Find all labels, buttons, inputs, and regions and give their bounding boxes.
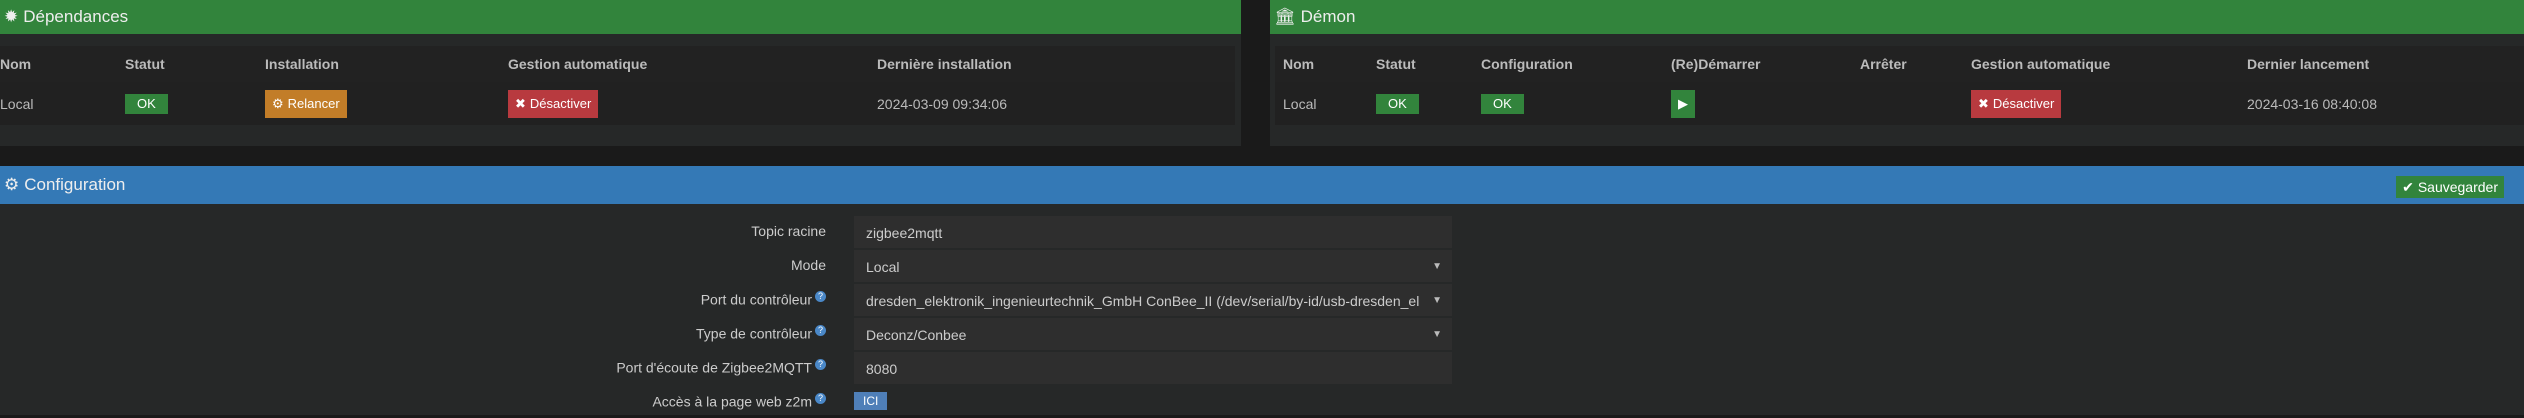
field-label: Accès à la page web z2m? <box>652 393 826 410</box>
close-icon: ✖ <box>1978 95 1989 111</box>
check-circle-icon: ✔ <box>2402 178 2414 195</box>
label-text: Port d'écoute de Zigbee2MQTT <box>616 359 812 376</box>
col-auto: Gestion automatique <box>1971 56 2111 72</box>
select-value: Local <box>866 259 900 275</box>
table-row: Local OK ⚙ Relancer ✖ Désactiver 2024-03-0… <box>0 82 1235 125</box>
daemon-header: 🏛 Démon <box>1270 0 2524 34</box>
col-auto: Gestion automatique <box>508 56 648 72</box>
col-name: Nom <box>1283 56 1315 72</box>
field-label: Topic racine <box>751 223 826 239</box>
label-text: Accès à la page web z2m <box>652 393 812 410</box>
topic-input[interactable]: zigbee2mqtt <box>854 216 1452 248</box>
disable-label: Désactiver <box>1992 96 2055 111</box>
controller-type-select[interactable]: Deconz/Conbee ▼ <box>854 318 1452 350</box>
last-launch: 2024-03-16 08:40:08 <box>2247 95 2377 112</box>
daemon-table: Nom Statut Configuration (Re)Démarrer Ar… <box>1275 46 2524 125</box>
web-page-button[interactable]: ICI <box>854 392 888 410</box>
field-label: Port d'écoute de Zigbee2MQTT? <box>616 359 826 376</box>
chevron-down-icon: ▼ <box>1432 261 1442 272</box>
col-status: Statut <box>1376 56 1416 72</box>
select-value: Deconz/Conbee <box>866 327 967 343</box>
panel-title: Dépendances <box>23 7 129 26</box>
label-text: Port du contrôleur <box>700 291 812 308</box>
dependencies-table: Nom Statut Installation Gestion automati… <box>0 46 1235 125</box>
field-web-access: Accès à la page web z2m? ICI <box>0 386 1460 418</box>
table-row: Local OK OK ▶ ✖ Désactiver 2024-03-16 08:… <box>1275 82 2524 125</box>
listen-port-input[interactable]: 8080 <box>854 352 1452 384</box>
configuration-header: ⚙ Configuration ✔ Sauvegarder <box>0 166 2524 204</box>
disable-auto-button[interactable]: ✖ Désactiver <box>1971 89 2062 118</box>
col-stop: Arrêter <box>1860 56 1907 72</box>
select-value: dresden_elektronik_ingenieurtechnik_GmbH… <box>866 293 1420 309</box>
field-label: Mode <box>790 257 826 273</box>
save-label: Sauvegarder <box>2417 179 2498 195</box>
relaunch-label: Relancer <box>287 96 340 111</box>
port-select[interactable]: dresden_elektronik_ingenieurtechnik_GmbH… <box>854 284 1452 316</box>
field-port: Port du contrôleur? dresden_elektronik_in… <box>0 284 1460 316</box>
panel-title: Démon <box>1300 7 1356 26</box>
play-icon: ▶ <box>1678 95 1688 111</box>
panel-title: Configuration <box>24 175 126 194</box>
configuration-panel: ⚙ Configuration ✔ Sauvegarder Topic racine… <box>0 166 2524 415</box>
dependencies-panel: ✹ Dépendances Nom Statut Installation Ges… <box>0 0 1241 146</box>
restart-button[interactable]: ▶ <box>1671 89 1695 118</box>
status-badge: OK <box>125 93 168 114</box>
relaunch-button[interactable]: ⚙ Relancer <box>265 89 347 118</box>
status-badge: OK <box>1376 93 1419 114</box>
help-icon[interactable]: ? <box>815 359 826 370</box>
last-install: 2024-03-09 09:34:06 <box>877 95 1007 112</box>
save-button[interactable]: ✔ Sauvegarder <box>2396 176 2504 198</box>
mode-select[interactable]: Local ▼ <box>854 250 1452 282</box>
col-status: Statut <box>125 56 165 72</box>
field-listen-port: Port d'écoute de Zigbee2MQTT? 8080 <box>0 352 1460 384</box>
daemon-panel: 🏛 Démon Nom Statut Configuration (Re)Déma… <box>1270 0 2524 146</box>
chevron-down-icon: ▼ <box>1432 329 1442 340</box>
gears-icon: ⚙ <box>4 175 20 194</box>
disable-auto-button[interactable]: ✖ Désactiver <box>508 89 599 118</box>
col-name: Nom <box>0 56 32 72</box>
row-name: Local <box>0 95 34 112</box>
col-last: Dernière installation <box>877 56 1012 72</box>
dependencies-header: ✹ Dépendances <box>0 0 1241 34</box>
close-icon: ✖ <box>515 95 526 111</box>
table-header: Nom Statut Configuration (Re)Démarrer Ar… <box>1275 46 2524 82</box>
help-icon[interactable]: ? <box>815 393 826 404</box>
field-label: Port du contrôleur? <box>701 291 826 308</box>
col-config: Configuration <box>1481 56 1573 72</box>
bicycle-icon: ⚙ <box>272 95 284 111</box>
chevron-down-icon: ▼ <box>1432 295 1442 306</box>
bank-icon: 🏛 <box>1274 7 1296 26</box>
col-install: Installation <box>265 56 339 72</box>
help-icon[interactable]: ? <box>815 325 826 336</box>
disable-label: Désactiver <box>529 96 592 111</box>
col-last: Dernier lancement <box>2247 56 2370 72</box>
table-header: Nom Statut Installation Gestion automati… <box>0 46 1235 82</box>
label-text: Type de contrôleur <box>696 325 812 342</box>
config-badge: OK <box>1481 93 1524 114</box>
help-icon[interactable]: ? <box>815 291 826 302</box>
field-label: Type de contrôleur? <box>696 325 826 342</box>
gear-icon: ✹ <box>4 7 19 26</box>
col-restart: (Re)Démarrer <box>1671 56 1761 72</box>
field-topic: Topic racine zigbee2mqtt <box>0 216 1460 248</box>
field-type: Type de contrôleur? Deconz/Conbee ▼ <box>0 318 1460 350</box>
field-mode: Mode Local ▼ <box>0 250 1460 282</box>
row-name: Local <box>1283 95 1317 112</box>
